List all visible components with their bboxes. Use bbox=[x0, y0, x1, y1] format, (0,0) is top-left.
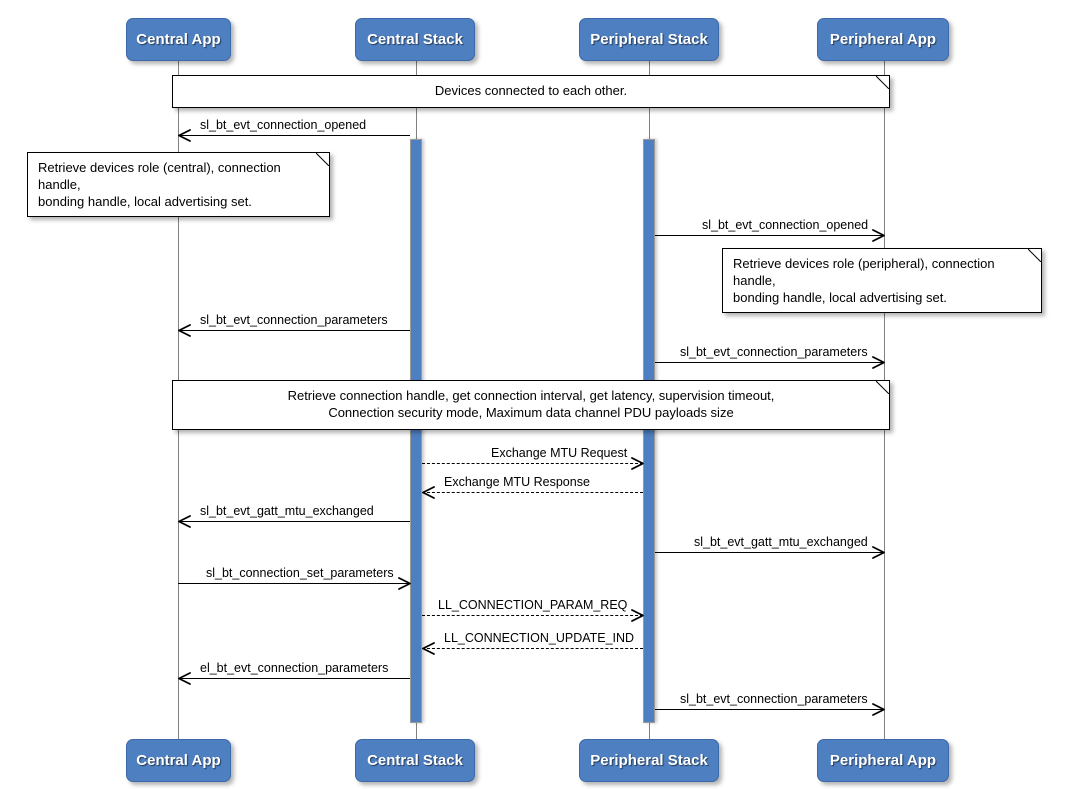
message-line bbox=[422, 615, 643, 616]
note-line: Retrieve devices role (central), connect… bbox=[38, 160, 281, 192]
message-label: sl_bt_connection_set_parameters bbox=[206, 566, 394, 580]
arrowhead-icon bbox=[422, 642, 435, 655]
arrowhead-icon bbox=[631, 609, 644, 622]
message-line bbox=[655, 709, 884, 710]
message-label: Exchange MTU Response bbox=[444, 475, 590, 489]
arrowhead-icon bbox=[631, 457, 644, 470]
message-label: sl_bt_evt_gatt_mtu_exchanged bbox=[200, 504, 374, 518]
participant-box-ftr_central_stack[interactable]: Central Stack bbox=[355, 739, 475, 782]
message-line bbox=[178, 330, 410, 331]
note-note_peripheral_retrieve: Retrieve devices role (peripheral), conn… bbox=[722, 248, 1042, 313]
note-line: Retrieve devices role (peripheral), conn… bbox=[733, 256, 995, 288]
note-text: Retrieve connection handle, get connecti… bbox=[183, 387, 879, 421]
note-text: Retrieve devices role (peripheral), conn… bbox=[733, 255, 1031, 306]
message-label: Exchange MTU Request bbox=[491, 446, 628, 460]
message-label: el_bt_evt_connection_parameters bbox=[200, 661, 389, 675]
message-line bbox=[422, 648, 643, 649]
message-label: sl_bt_evt_connection_parameters bbox=[200, 313, 388, 327]
arrowhead-icon bbox=[872, 229, 885, 242]
message-line bbox=[178, 135, 410, 136]
message-line bbox=[655, 552, 884, 553]
activation-bar-peripheral_stack bbox=[643, 139, 655, 723]
message-line bbox=[422, 463, 643, 464]
message-label: sl_bt_evt_gatt_mtu_exchanged bbox=[694, 535, 868, 549]
arrowhead-icon bbox=[398, 577, 411, 590]
message-line bbox=[178, 678, 410, 679]
arrowhead-icon bbox=[872, 356, 885, 369]
note-text: Devices connected to each other. bbox=[183, 82, 879, 99]
note-line: Devices connected to each other. bbox=[434, 83, 628, 98]
participant-box-hdr_central_stack[interactable]: Central Stack bbox=[355, 18, 475, 61]
participant-box-hdr_central_app[interactable]: Central App bbox=[126, 18, 231, 61]
participant-box-hdr_peripheral_stack[interactable]: Peripheral Stack bbox=[579, 18, 719, 61]
message-label: sl_bt_evt_connection_opened bbox=[200, 118, 367, 132]
arrowhead-icon bbox=[178, 324, 191, 337]
message-line bbox=[178, 521, 410, 522]
message-line bbox=[655, 362, 884, 363]
participant-box-ftr_peripheral_stack[interactable]: Peripheral Stack bbox=[579, 739, 719, 782]
arrowhead-icon bbox=[178, 515, 191, 528]
participant-box-hdr_peripheral_app[interactable]: Peripheral App bbox=[817, 18, 949, 61]
note-note_connection_params: Retrieve connection handle, get connecti… bbox=[172, 380, 890, 430]
note-line: Retrieve connection handle, get connecti… bbox=[287, 388, 775, 403]
message-line bbox=[655, 235, 884, 236]
arrowhead-icon bbox=[178, 672, 191, 685]
message-label: sl_bt_evt_connection_parameters bbox=[680, 692, 868, 706]
participant-box-ftr_central_app[interactable]: Central App bbox=[126, 739, 231, 782]
arrowhead-icon bbox=[422, 486, 435, 499]
participant-box-ftr_peripheral_app[interactable]: Peripheral App bbox=[817, 739, 949, 782]
message-label: sl_bt_evt_connection_opened bbox=[702, 218, 869, 232]
message-line bbox=[178, 583, 410, 584]
message-line bbox=[422, 492, 643, 493]
message-label: sl_bt_evt_connection_parameters bbox=[680, 345, 868, 359]
activation-bar-central_stack bbox=[410, 139, 422, 723]
note-line: bonding handle, local advertising set. bbox=[733, 290, 947, 305]
note-line: Connection security mode, Maximum data c… bbox=[328, 405, 734, 420]
message-label: LL_CONNECTION_PARAM_REQ bbox=[438, 598, 628, 612]
arrowhead-icon bbox=[872, 546, 885, 559]
arrowhead-icon bbox=[178, 129, 191, 142]
message-label: LL_CONNECTION_UPDATE_IND bbox=[444, 631, 635, 645]
sequence-diagram-canvas: sl_bt_evt_connection_opened sl_bt_evt_con… bbox=[0, 0, 1085, 789]
note-line: bonding handle, local advertising set. bbox=[38, 194, 252, 209]
note-note_devices_connected: Devices connected to each other. bbox=[172, 75, 890, 108]
note-note_central_retrieve: Retrieve devices role (central), connect… bbox=[27, 152, 330, 217]
note-text: Retrieve devices role (central), connect… bbox=[38, 159, 319, 210]
arrowhead-icon bbox=[872, 703, 885, 716]
